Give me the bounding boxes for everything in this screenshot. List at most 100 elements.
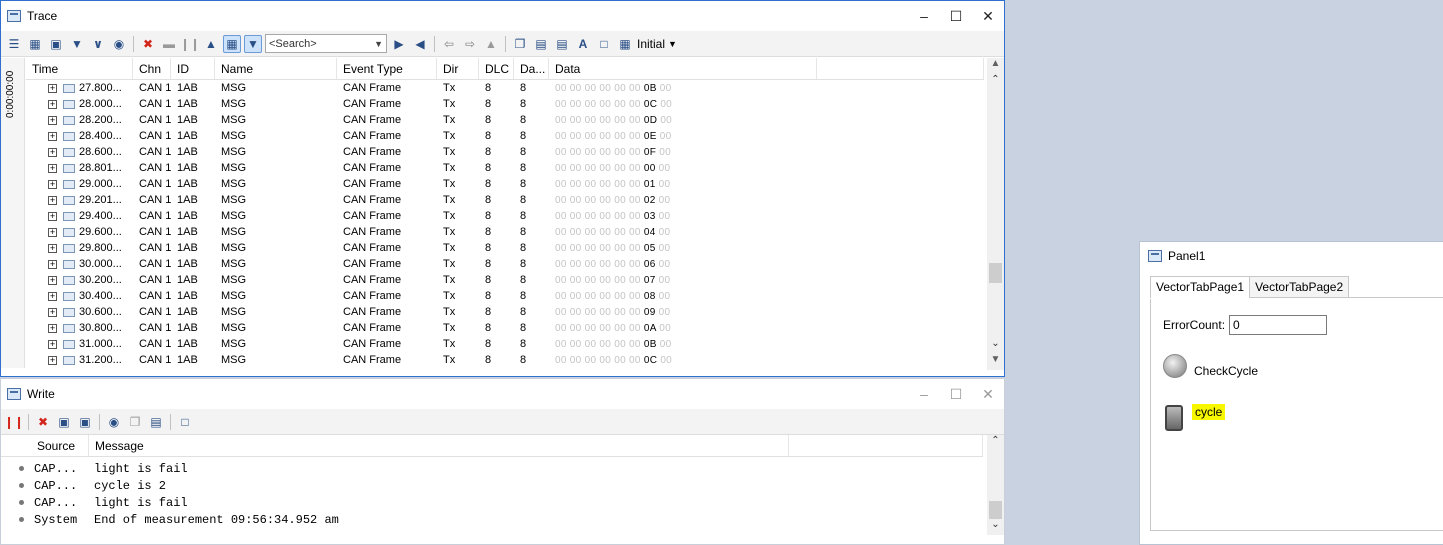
expand-icon[interactable]: + — [48, 243, 57, 253]
col-time[interactable]: Time — [26, 58, 133, 79]
table-row[interactable]: +29.000... CAN 1 1AB MSG CAN Frame Tx 8 8 00 00 … — [26, 176, 984, 192]
write-close-button[interactable]: ✕ — [972, 386, 1004, 403]
table-row[interactable]: +29.600... CAN 1 1AB MSG CAN Frame Tx 8 8 00 00 … — [26, 224, 984, 240]
chronological-view-icon[interactable]: ▦ — [223, 34, 241, 53]
scroll-thumb[interactable] — [989, 501, 1002, 519]
window-icon[interactable]: □ — [176, 413, 194, 431]
layout-icon[interactable]: ▤ — [553, 35, 571, 53]
detail-icon[interactable]: ▣ — [47, 35, 65, 53]
find-icon[interactable]: ◉ — [105, 413, 123, 431]
close-button[interactable]: ✕ — [972, 8, 1004, 25]
search-input[interactable]: <Search> ▼ — [265, 34, 387, 53]
save-icon[interactable]: ▤ — [147, 413, 165, 431]
write-scrollbar[interactable]: ⌃ ⌄ — [987, 435, 1004, 535]
expand-icon[interactable]: + — [48, 179, 57, 189]
trace-scrollbar[interactable]: ▲ ⌃ ⌄ ▼ — [987, 58, 1004, 370]
funnel-remove-icon[interactable]: ∨ — [89, 35, 107, 53]
table-row[interactable]: +28.400... CAN 1 1AB MSG CAN Frame Tx 8 8 00 00 … — [26, 128, 984, 144]
col-data[interactable]: Data — [549, 58, 817, 79]
write-maximize-button[interactable]: ☐ — [940, 386, 972, 403]
columns-icon[interactable]: ▦ — [26, 35, 44, 53]
table-row[interactable]: +27.800... CAN 1 1AB MSG CAN Frame Tx 8 8 00 00 … — [26, 80, 984, 96]
expand-icon[interactable]: + — [48, 211, 57, 221]
time-mode-icon[interactable]: ▲ — [202, 35, 220, 53]
col-chn[interactable]: Chn — [133, 58, 171, 79]
back-arrow-icon[interactable]: ⇦ — [440, 35, 458, 53]
col-da[interactable]: Da... — [514, 58, 549, 79]
table-row[interactable]: +30.400... CAN 1 1AB MSG CAN Frame Tx 8 8 00 00 … — [26, 288, 984, 304]
export-icon[interactable]: ▤ — [532, 35, 550, 53]
col-id[interactable]: ID — [171, 58, 215, 79]
col-dlc[interactable]: DLC — [479, 58, 514, 79]
list-item[interactable]: System End of measurement 09:56:34.952 am — [1, 511, 983, 528]
expand-icon[interactable]: + — [48, 339, 57, 349]
scroll-thumb[interactable] — [989, 263, 1002, 283]
panel-titlebar[interactable]: Panel1 — [1148, 249, 1205, 263]
tab-vectortabpage1[interactable]: VectorTabPage1 — [1150, 276, 1251, 298]
chevron-down-icon[interactable]: ▼ — [374, 39, 386, 49]
col-name[interactable]: Name — [215, 58, 337, 79]
expand-icon[interactable]: + — [48, 115, 57, 125]
table-row[interactable]: +28.600... CAN 1 1AB MSG CAN Frame Tx 8 8 00 00 … — [26, 144, 984, 160]
expand-icon[interactable]: + — [48, 355, 57, 365]
write-titlebar[interactable]: Write – ☐ ✕ — [1, 379, 1004, 409]
clear-page-icon[interactable]: ▣ — [55, 413, 73, 431]
scroll-down-icon[interactable]: ▼ — [987, 354, 1004, 370]
expand-icon[interactable]: + — [48, 323, 57, 333]
forward-arrow-icon[interactable]: ⇨ — [461, 35, 479, 53]
table-row[interactable]: +30.600... CAN 1 1AB MSG CAN Frame Tx 8 8 00 00 … — [26, 304, 984, 320]
marker-icon[interactable]: ▲ — [482, 35, 500, 53]
maximize-button[interactable]: ☐ — [940, 8, 972, 25]
copy-icon[interactable]: ❐ — [511, 35, 529, 53]
expand-icon[interactable]: + — [48, 307, 57, 317]
table-row[interactable]: +30.800... CAN 1 1AB MSG CAN Frame Tx 8 8 00 00 … — [26, 320, 984, 336]
tab-vectortabpage2[interactable]: VectorTabPage2 — [1249, 276, 1350, 297]
expand-icon[interactable]: + — [48, 275, 57, 285]
table-row[interactable]: +29.800... CAN 1 1AB MSG CAN Frame Tx 8 8 00 00 … — [26, 240, 984, 256]
table-row[interactable]: +30.000... CAN 1 1AB MSG CAN Frame Tx 8 8 00 00 … — [26, 256, 984, 272]
table-row[interactable]: +28.801... CAN 1 1AB MSG CAN Frame Tx 8 8 00 00 … — [26, 160, 984, 176]
filter-icon[interactable]: ☰ — [5, 35, 23, 53]
col-message[interactable]: Message — [89, 435, 789, 456]
clear-icon[interactable]: ✖ — [139, 35, 157, 53]
initial-dropdown[interactable]: ▦ Initial ▼ — [616, 35, 677, 53]
list-item[interactable]: CAP... light is fail — [1, 460, 983, 477]
table-row[interactable]: +31.200... CAN 1 1AB MSG CAN Frame Tx 8 8 00 00 … — [26, 352, 984, 368]
table-row[interactable]: +30.200... CAN 1 1AB MSG CAN Frame Tx 8 8 00 00 … — [26, 272, 984, 288]
table-row[interactable]: +31.000... CAN 1 1AB MSG CAN Frame Tx 8 8 00 00 … — [26, 336, 984, 352]
fixed-view-icon[interactable]: ▼ — [244, 34, 262, 53]
expand-icon[interactable]: + — [48, 195, 57, 205]
clear-icon[interactable]: ✖ — [34, 413, 52, 431]
list-item[interactable]: CAP... cycle is 2 — [1, 477, 983, 494]
scroll-up-icon[interactable]: ⌃ — [987, 435, 1004, 451]
scroll-up-icon[interactable]: ▲ — [987, 58, 1004, 74]
expand-icon[interactable]: + — [48, 163, 57, 173]
expand-icon[interactable]: + — [48, 259, 57, 269]
stop-icon[interactable]: ▬ — [160, 35, 178, 53]
search-back-icon[interactable]: ◀ — [411, 35, 429, 53]
font-icon[interactable]: A — [574, 35, 592, 53]
expand-icon[interactable]: + — [48, 291, 57, 301]
window-icon[interactable]: □ — [595, 35, 613, 53]
table-row[interactable]: +28.200... CAN 1 1AB MSG CAN Frame Tx 8 8 00 00 … — [26, 112, 984, 128]
minimize-button[interactable]: – — [908, 8, 940, 25]
delete-page-icon[interactable]: ▣ — [76, 413, 94, 431]
find-icon[interactable]: ◉ — [110, 35, 128, 53]
col-dir[interactable]: Dir — [437, 58, 479, 79]
col-event-type[interactable]: Event Type — [337, 58, 437, 79]
expand-icon[interactable]: + — [48, 99, 57, 109]
expand-icon[interactable]: + — [48, 147, 57, 157]
table-row[interactable]: +29.400... CAN 1 1AB MSG CAN Frame Tx 8 8 00 00 … — [26, 208, 984, 224]
pause-icon[interactable]: ❙❙ — [180, 35, 200, 53]
funnel-icon[interactable]: ▼ — [68, 35, 86, 53]
error-count-field[interactable]: 0 — [1229, 315, 1328, 335]
scroll-down-icon[interactable]: ⌄ — [987, 519, 1004, 535]
table-row[interactable]: +29.201... CAN 1 1AB MSG CAN Frame Tx 8 8 00 00 … — [26, 192, 984, 208]
list-item[interactable]: CAP... light is fail — [1, 494, 983, 511]
col-source[interactable]: Source — [31, 435, 89, 456]
copy-icon[interactable]: ❐ — [126, 413, 144, 431]
cycle-switch[interactable] — [1165, 405, 1183, 431]
write-minimize-button[interactable]: – — [908, 386, 940, 403]
pause-icon[interactable]: ❙❙ — [4, 413, 24, 431]
expand-icon[interactable]: + — [48, 227, 57, 237]
